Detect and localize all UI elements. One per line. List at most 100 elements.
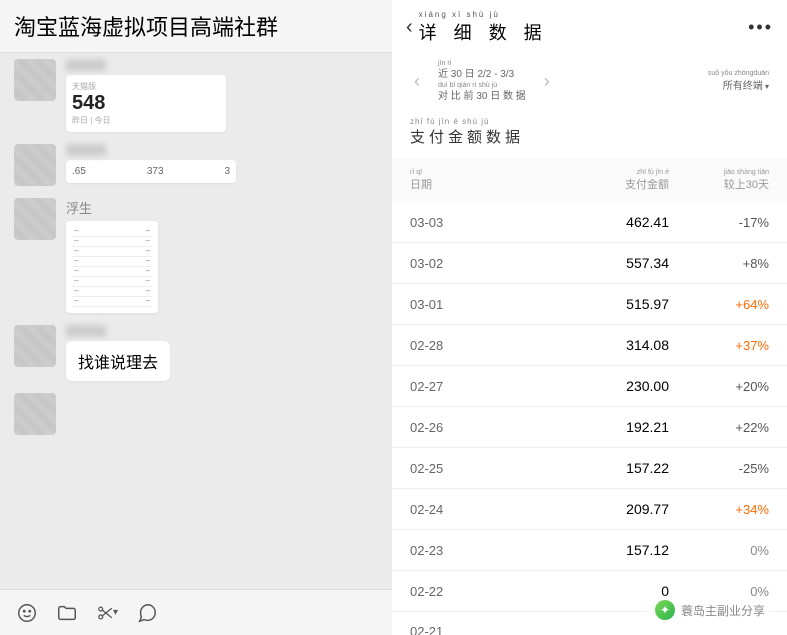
avatar[interactable] <box>14 144 56 186</box>
table-row[interactable]: 03-01515.97+64% <box>392 284 787 325</box>
range-text: 近 30 日 2/2 - 3/3 <box>438 68 526 81</box>
cell-date: 02-27 <box>410 379 500 394</box>
cell-amount: 157.12 <box>500 542 669 558</box>
col-pinyin: jiāo shàng tiān <box>724 169 769 176</box>
table-row[interactable]: 03-02557.34+8% <box>392 243 787 284</box>
wechat-icon: ✦ <box>655 600 675 620</box>
page-title: xiáng xì shù jù 详 细 数 据 <box>419 10 548 45</box>
chat-messages: 天猫版 548 昨日 | 今日 .65 373 3 <box>0 53 392 589</box>
section-cn: 支付金额数据 <box>410 126 769 147</box>
avatar[interactable] <box>14 198 56 240</box>
cell-delta: -25% <box>669 461 769 476</box>
chat-message: 浮生 ---- ---- ---- ---- ---- ---- ---- --… <box>0 192 392 319</box>
watermark: ✦ 蓑岛主副业分享 <box>649 597 771 623</box>
avatar[interactable] <box>14 393 56 435</box>
title-cn: 详 细 数 据 <box>419 19 548 45</box>
cell-date: 02-23 <box>410 543 500 558</box>
chat-panel: 淘宝蓝海虚拟项目高端社群 天猫版 548 昨日 | 今日 .65 37 <box>0 0 392 635</box>
cell-delta: +37% <box>669 338 769 353</box>
table-row[interactable]: 03-03462.41-17% <box>392 202 787 243</box>
col-pinyin: rì qī <box>410 169 500 176</box>
message-image-card[interactable]: .65 373 3 <box>66 160 236 183</box>
table-row[interactable]: 02-25157.22-25% <box>392 448 787 489</box>
col-amount: 支付金额 <box>625 176 669 192</box>
col-date: 日期 <box>410 176 500 192</box>
cell-delta: +34% <box>669 502 769 517</box>
table-row[interactable]: 02-28314.08+37% <box>392 325 787 366</box>
cell-amount: 209.77 <box>500 501 669 517</box>
cell-date: 02-25 <box>410 461 500 476</box>
message-image-card[interactable]: 天猫版 548 昨日 | 今日 <box>66 75 226 132</box>
avatar[interactable] <box>14 59 56 101</box>
card-cell: .65 <box>72 166 86 177</box>
report-header: ‹ xiáng xì shù jù 详 细 数 据 ••• <box>392 0 787 49</box>
chat-message <box>0 387 392 441</box>
cell-delta: +8% <box>669 256 769 271</box>
title-pinyin: xiáng xì shù jù <box>419 10 500 19</box>
message-image-table[interactable]: ---- ---- ---- ---- ---- ---- ---- ---- <box>66 221 158 313</box>
cell-delta: +64% <box>669 297 769 312</box>
section-pinyin: zhī fù jīn é shù jù <box>410 117 769 126</box>
cell-delta: +20% <box>669 379 769 394</box>
cell-amount: 0 <box>500 583 669 599</box>
watermark-text: 蓑岛主副业分享 <box>681 602 765 619</box>
date-range-selector[interactable]: jìn rì 近 30 日 2/2 - 3/3 duì bǐ qián rì s… <box>438 59 526 103</box>
col-delta: 较上30天 <box>724 176 769 192</box>
terminal-text: 所有终端 <box>723 77 769 92</box>
table-body[interactable]: 03-03462.41-17%03-02557.34+8%03-01515.97… <box>392 202 787 635</box>
table-row[interactable]: 02-27230.00+20% <box>392 366 787 407</box>
table-row[interactable]: 02-23157.120% <box>392 530 787 571</box>
card-cell: 3 <box>224 166 230 177</box>
back-button[interactable]: ‹ <box>406 16 413 39</box>
cell-amount: 230.00 <box>500 378 669 394</box>
more-icon[interactable]: ••• <box>748 17 773 38</box>
cell-amount: 462.41 <box>500 214 669 230</box>
cell-date: 02-28 <box>410 338 500 353</box>
cell-date: 02-26 <box>410 420 500 435</box>
sender-name <box>66 59 106 71</box>
scissors-icon[interactable]: ▾ <box>96 602 118 624</box>
card-cell: 373 <box>147 166 164 177</box>
sender-name <box>66 325 106 337</box>
cell-amount: 192.21 <box>500 419 669 435</box>
cell-date: 03-02 <box>410 256 500 271</box>
card-label: 天猫版 <box>72 81 220 92</box>
cell-delta: 0% <box>669 543 769 558</box>
sender-name <box>66 144 106 156</box>
cell-date: 02-21 <box>410 624 500 635</box>
cell-date: 02-22 <box>410 584 500 599</box>
range-pinyin2: duì bǐ qián rì shù jù <box>438 81 526 90</box>
chat-message: .65 373 3 <box>0 138 392 192</box>
table-row[interactable]: 02-26192.21+22% <box>392 407 787 448</box>
chat-toolbar: ▾ <box>0 589 392 635</box>
prev-range-button[interactable]: ‹ <box>410 71 424 92</box>
col-pinyin: zhī fù jīn é <box>637 169 669 176</box>
chat-message: 天猫版 548 昨日 | 今日 <box>0 53 392 138</box>
terminal-dropdown[interactable]: suǒ yǒu zhōngduān 所有终端 <box>708 70 769 92</box>
chat-icon[interactable] <box>136 602 158 624</box>
cell-amount: 314.08 <box>500 337 669 353</box>
cell-amount: 157.22 <box>500 460 669 476</box>
cell-amount: 557.34 <box>500 255 669 271</box>
sender-name: 浮生 <box>66 198 158 217</box>
chat-message: 找谁说理去 <box>0 319 392 387</box>
cell-delta: -17% <box>669 215 769 230</box>
terminal-pinyin: suǒ yǒu zhōngduān <box>708 70 769 77</box>
table-row[interactable]: 02-24209.77+34% <box>392 489 787 530</box>
report-panel: ‹ xiáng xì shù jù 详 细 数 据 ••• ‹ jìn rì 近… <box>392 0 787 635</box>
cell-amount: 515.97 <box>500 296 669 312</box>
chat-title: 淘宝蓝海虚拟项目高端社群 <box>0 0 392 53</box>
section-title: zhī fù jīn é shù jù 支付金额数据 <box>392 109 787 159</box>
emoji-icon[interactable] <box>16 602 38 624</box>
cell-date: 03-01 <box>410 297 500 312</box>
cell-date: 02-24 <box>410 502 500 517</box>
folder-icon[interactable] <box>56 602 78 624</box>
avatar[interactable] <box>14 325 56 367</box>
range-compare-text: 对 比 前 30 日 数 据 <box>438 90 526 103</box>
cell-date: 03-03 <box>410 215 500 230</box>
cell-delta: +22% <box>669 420 769 435</box>
range-pinyin: jìn rì <box>438 59 526 68</box>
table-header: rì qī日期 zhī fù jīn é支付金额 jiāo shàng tiān… <box>392 159 787 202</box>
message-text: 找谁说理去 <box>66 341 170 381</box>
next-range-button[interactable]: › <box>540 71 554 92</box>
